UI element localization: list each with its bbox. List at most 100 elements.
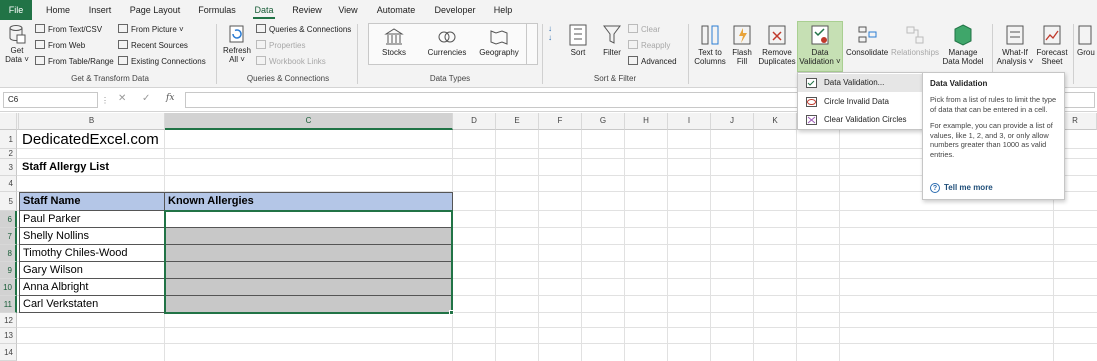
flash-fill-button[interactable]: Flash Fill <box>730 24 754 66</box>
table-row-name[interactable]: Shelly Nollins <box>19 227 165 245</box>
table-row-name[interactable]: Timothy Chiles-Wood <box>19 244 165 262</box>
stocks-button[interactable]: Stocks <box>374 28 414 57</box>
existing-connections-button[interactable]: Existing Connections <box>118 56 206 67</box>
recent-sources-button[interactable]: Recent Sources <box>118 40 188 51</box>
name-box[interactable]: C6 <box>3 92 98 108</box>
tab-file[interactable]: File <box>0 0 32 20</box>
tab-page-layout[interactable]: Page Layout <box>127 0 183 20</box>
menu-item-circle-invalid[interactable]: Circle Invalid Data <box>798 93 923 111</box>
group-icon <box>1078 25 1092 45</box>
relationships-button[interactable]: Relationships <box>890 24 940 57</box>
fill-handle[interactable] <box>449 310 454 315</box>
advanced-filter-button[interactable]: Advanced <box>628 56 677 67</box>
column-header-i[interactable]: I <box>668 113 711 130</box>
row-header[interactable]: 1 <box>0 130 17 149</box>
column-header-j[interactable]: J <box>711 113 754 130</box>
tab-view[interactable]: View <box>335 0 361 20</box>
row-header[interactable]: 6 <box>0 211 17 228</box>
tab-help[interactable]: Help <box>490 0 516 20</box>
geography-button[interactable]: Geography <box>476 28 522 57</box>
text-to-columns-button[interactable]: Text to Columns <box>692 24 728 66</box>
row-header[interactable]: 11 <box>0 296 17 313</box>
menu-item-clear-circles[interactable]: Clear Validation Circles <box>798 111 923 129</box>
row-header[interactable]: 4 <box>0 176 17 192</box>
row-header[interactable]: 8 <box>0 245 17 262</box>
row-header[interactable]: 13 <box>0 328 17 344</box>
sort-button[interactable]: Sort <box>566 24 590 57</box>
table-row-name[interactable]: Gary Wilson <box>19 261 165 279</box>
gridline <box>581 130 582 361</box>
data-validation-button[interactable]: Data Validation ˅ <box>798 24 842 66</box>
list-title[interactable]: Staff Allergy List <box>19 159 109 176</box>
tab-insert[interactable]: Insert <box>85 0 115 20</box>
group-button[interactable]: Grou <box>1077 24 1097 57</box>
sort-az-button[interactable]: ↓ ↓ <box>548 24 552 42</box>
consolidate-button[interactable]: Consolidate <box>846 24 888 57</box>
tab-formulas[interactable]: Formulas <box>196 0 238 20</box>
from-text-csv-button[interactable]: From Text/CSV <box>35 24 102 35</box>
gridline <box>839 130 840 361</box>
get-data-button[interactable]: Get Data ˅ <box>4 24 30 64</box>
remove-duplicates-button[interactable]: Remove Duplicates <box>756 24 798 66</box>
ribbon-separator <box>1073 24 1074 84</box>
column-header-e[interactable]: E <box>496 113 539 130</box>
gridline <box>538 130 539 361</box>
queries-connections-button[interactable]: Queries & Connections <box>256 24 351 35</box>
column-header-f[interactable]: F <box>539 113 582 130</box>
refresh-all-button[interactable]: Refresh All ˅ <box>222 24 252 64</box>
row-header[interactable]: 3 <box>0 159 17 176</box>
bank-icon <box>384 28 404 45</box>
manage-data-model-button[interactable]: Manage Data Model <box>940 24 986 66</box>
clear-filter-button[interactable]: Clear <box>628 24 660 35</box>
column-header-d[interactable]: D <box>453 113 496 130</box>
tell-me-more-link[interactable]: ? Tell me more <box>930 183 993 193</box>
row-header[interactable]: 12 <box>0 313 17 328</box>
relationships-icon <box>906 26 924 44</box>
row-header[interactable]: 2 <box>0 149 17 159</box>
column-header-c[interactable]: C <box>165 113 453 130</box>
column-header-h[interactable]: H <box>625 113 668 130</box>
reapply-button[interactable]: Reapply <box>628 40 670 51</box>
from-web-button[interactable]: From Web <box>35 40 85 51</box>
help-icon: ? <box>930 183 940 193</box>
currencies-button[interactable]: Currencies <box>424 28 470 57</box>
row-header[interactable]: 5 <box>0 192 17 211</box>
refresh-icon <box>229 25 244 43</box>
tab-review[interactable]: Review <box>290 0 324 20</box>
properties-button[interactable]: Properties <box>256 40 305 51</box>
row-header[interactable]: 14 <box>0 344 17 361</box>
select-all-corner[interactable] <box>0 113 17 130</box>
table-row-name[interactable]: Anna Albright <box>19 278 165 296</box>
tab-data[interactable]: Data <box>250 0 278 20</box>
header-known-allergies[interactable]: Known Allergies <box>164 192 453 211</box>
cancel-icon[interactable]: ✕ <box>118 93 126 104</box>
row-header[interactable]: 9 <box>0 262 17 279</box>
more-options-icon[interactable]: ⋮ <box>101 96 109 105</box>
insert-function-icon[interactable]: fx <box>166 93 174 103</box>
column-header-b[interactable]: B <box>19 113 165 130</box>
from-picture-button[interactable]: From Picture ˅ <box>118 24 184 35</box>
table-row-name[interactable]: Carl Verkstaten <box>19 295 165 313</box>
tooltip-title: Data Validation <box>930 79 988 88</box>
forecast-sheet-button[interactable]: Forecast Sheet <box>1035 24 1069 66</box>
table-row-name[interactable]: Paul Parker <box>19 210 165 228</box>
data-validation-icon <box>806 78 817 88</box>
sheet-title[interactable]: DedicatedExcel.com <box>19 131 159 149</box>
tab-home[interactable]: Home <box>42 0 74 20</box>
from-table-range-button[interactable]: From Table/Range <box>35 56 114 67</box>
column-header-k[interactable]: K <box>754 113 797 130</box>
workbook-links-button[interactable]: Workbook Links <box>256 56 326 67</box>
what-if-analysis-button[interactable]: What-If Analysis ˅ <box>996 24 1034 66</box>
column-header-g[interactable]: G <box>582 113 625 130</box>
enter-icon[interactable]: ✓ <box>142 93 150 104</box>
gallery-scroll[interactable] <box>526 24 537 64</box>
ribbon-separator <box>357 24 358 84</box>
tab-developer[interactable]: Developer <box>431 0 479 20</box>
row-header[interactable]: 10 <box>0 279 17 296</box>
row-header[interactable]: 7 <box>0 228 17 245</box>
tab-automate[interactable]: Automate <box>374 0 418 20</box>
header-staff-name[interactable]: Staff Name <box>19 192 165 211</box>
menu-item-data-validation[interactable]: Data Validation... <box>798 74 923 92</box>
group-label-sort-filter: Sort & Filter <box>593 74 637 83</box>
filter-button[interactable]: Filter <box>600 24 624 57</box>
